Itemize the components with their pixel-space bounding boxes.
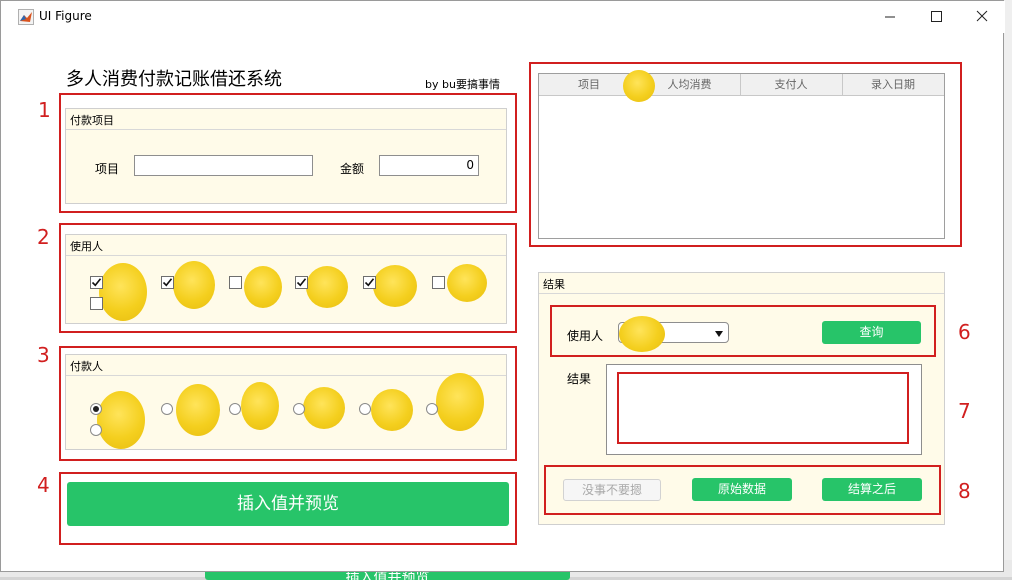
panel-divider: [66, 375, 506, 376]
annotation-4: 4: [37, 473, 50, 497]
user-checkbox[interactable]: [161, 276, 174, 289]
app-title: 多人消费付款记账借还系统: [66, 69, 282, 90]
panel-divider: [539, 293, 944, 294]
records-table[interactable]: 项目 人均消费 支付人 录入日期: [538, 70, 945, 239]
user-checkbox[interactable]: [90, 297, 103, 310]
payer-radio[interactable]: [90, 424, 102, 436]
redacted-name-blob: [619, 316, 665, 352]
results-panel-title: 结果: [543, 278, 565, 291]
close-button[interactable]: [971, 7, 993, 27]
redacted-name-blob: [303, 387, 345, 429]
user-checkbox[interactable]: [90, 276, 103, 289]
user-checkbox[interactable]: [363, 276, 376, 289]
redacted-name-blob: [436, 373, 484, 431]
maximize-button[interactable]: [925, 7, 947, 27]
amount-input[interactable]: 0: [379, 155, 479, 176]
item-input[interactable]: [134, 155, 313, 176]
user-checkbox[interactable]: [295, 276, 308, 289]
panel-divider: [66, 129, 506, 130]
result-user-label: 使用人: [567, 329, 604, 343]
result-text-label: 结果: [567, 372, 592, 386]
payer-radio[interactable]: [426, 403, 438, 415]
app-byline: by bu要搞事情: [425, 78, 500, 91]
payer-radio[interactable]: [90, 403, 102, 415]
redacted-name-blob: [97, 391, 145, 449]
matlab-logo-icon: [18, 9, 34, 25]
disabled-button[interactable]: 没事不要摁: [563, 479, 661, 501]
user-checkbox[interactable]: [229, 276, 242, 289]
settle-button[interactable]: 结算之后: [822, 478, 922, 501]
redacted-name-blob: [447, 264, 487, 302]
highlight-box-7: [617, 372, 909, 444]
window-title: UI Figure: [39, 9, 92, 23]
payment-panel: 付款项目 项目 金额 0: [65, 108, 507, 204]
redacted-name-blob: [306, 266, 348, 308]
payer-radio[interactable]: [359, 403, 371, 415]
raw-data-button[interactable]: 原始数据: [692, 478, 792, 501]
column-header-date[interactable]: 录入日期: [842, 74, 944, 96]
insert-preview-button[interactable]: 插入值并预览: [67, 482, 509, 526]
redacted-name-blob: [373, 265, 417, 307]
column-header-payer[interactable]: 支付人: [740, 74, 843, 96]
annotation-6: 6: [958, 320, 971, 344]
redacted-name-blob: [241, 382, 279, 430]
annotation-1: 1: [38, 98, 51, 122]
users-panel-title: 使用人: [70, 240, 103, 253]
panel-divider: [66, 255, 506, 256]
payer-radio[interactable]: [229, 403, 241, 415]
annotation-3: 3: [37, 343, 50, 367]
redacted-name-blob: [99, 263, 147, 321]
payment-panel-title: 付款项目: [70, 114, 114, 127]
redacted-name-blob: [176, 384, 220, 436]
background-side-strip: [1004, 0, 1012, 560]
annotation-7: 7: [958, 399, 971, 423]
ui-figure-window: UI Figure 多人消费付款记账借还系统 by bu要搞事情 1 2 3 4…: [0, 0, 1005, 572]
item-label: 项目: [95, 162, 120, 176]
payer-radio[interactable]: [161, 403, 173, 415]
annotation-8: 8: [958, 479, 971, 503]
user-checkbox[interactable]: [432, 276, 445, 289]
table-header: 项目 人均消费 支付人 录入日期: [539, 74, 944, 96]
title-bar: UI Figure: [1, 1, 1005, 33]
annotation-2: 2: [37, 225, 50, 249]
redacted-name-blob: [244, 266, 282, 308]
redacted-name-blob: [173, 261, 215, 309]
payer-panel-title: 付款人: [70, 360, 103, 373]
redacted-name-blob: [623, 70, 655, 102]
payer-radio[interactable]: [293, 403, 305, 415]
query-button[interactable]: 查询: [822, 321, 921, 344]
amount-label: 金额: [340, 162, 365, 176]
minimize-button[interactable]: [879, 7, 901, 27]
chevron-down-icon: [714, 328, 724, 338]
redacted-name-blob: [371, 389, 413, 431]
